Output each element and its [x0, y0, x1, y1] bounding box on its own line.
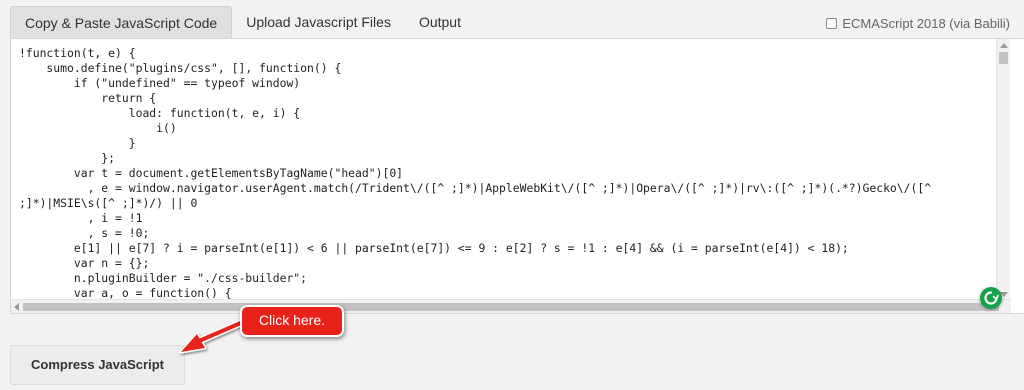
page: Copy & Paste JavaScript Code Upload Java… [0, 0, 1024, 390]
callout-arrow-icon [179, 318, 247, 354]
click-here-callout: Click here. [240, 305, 344, 337]
